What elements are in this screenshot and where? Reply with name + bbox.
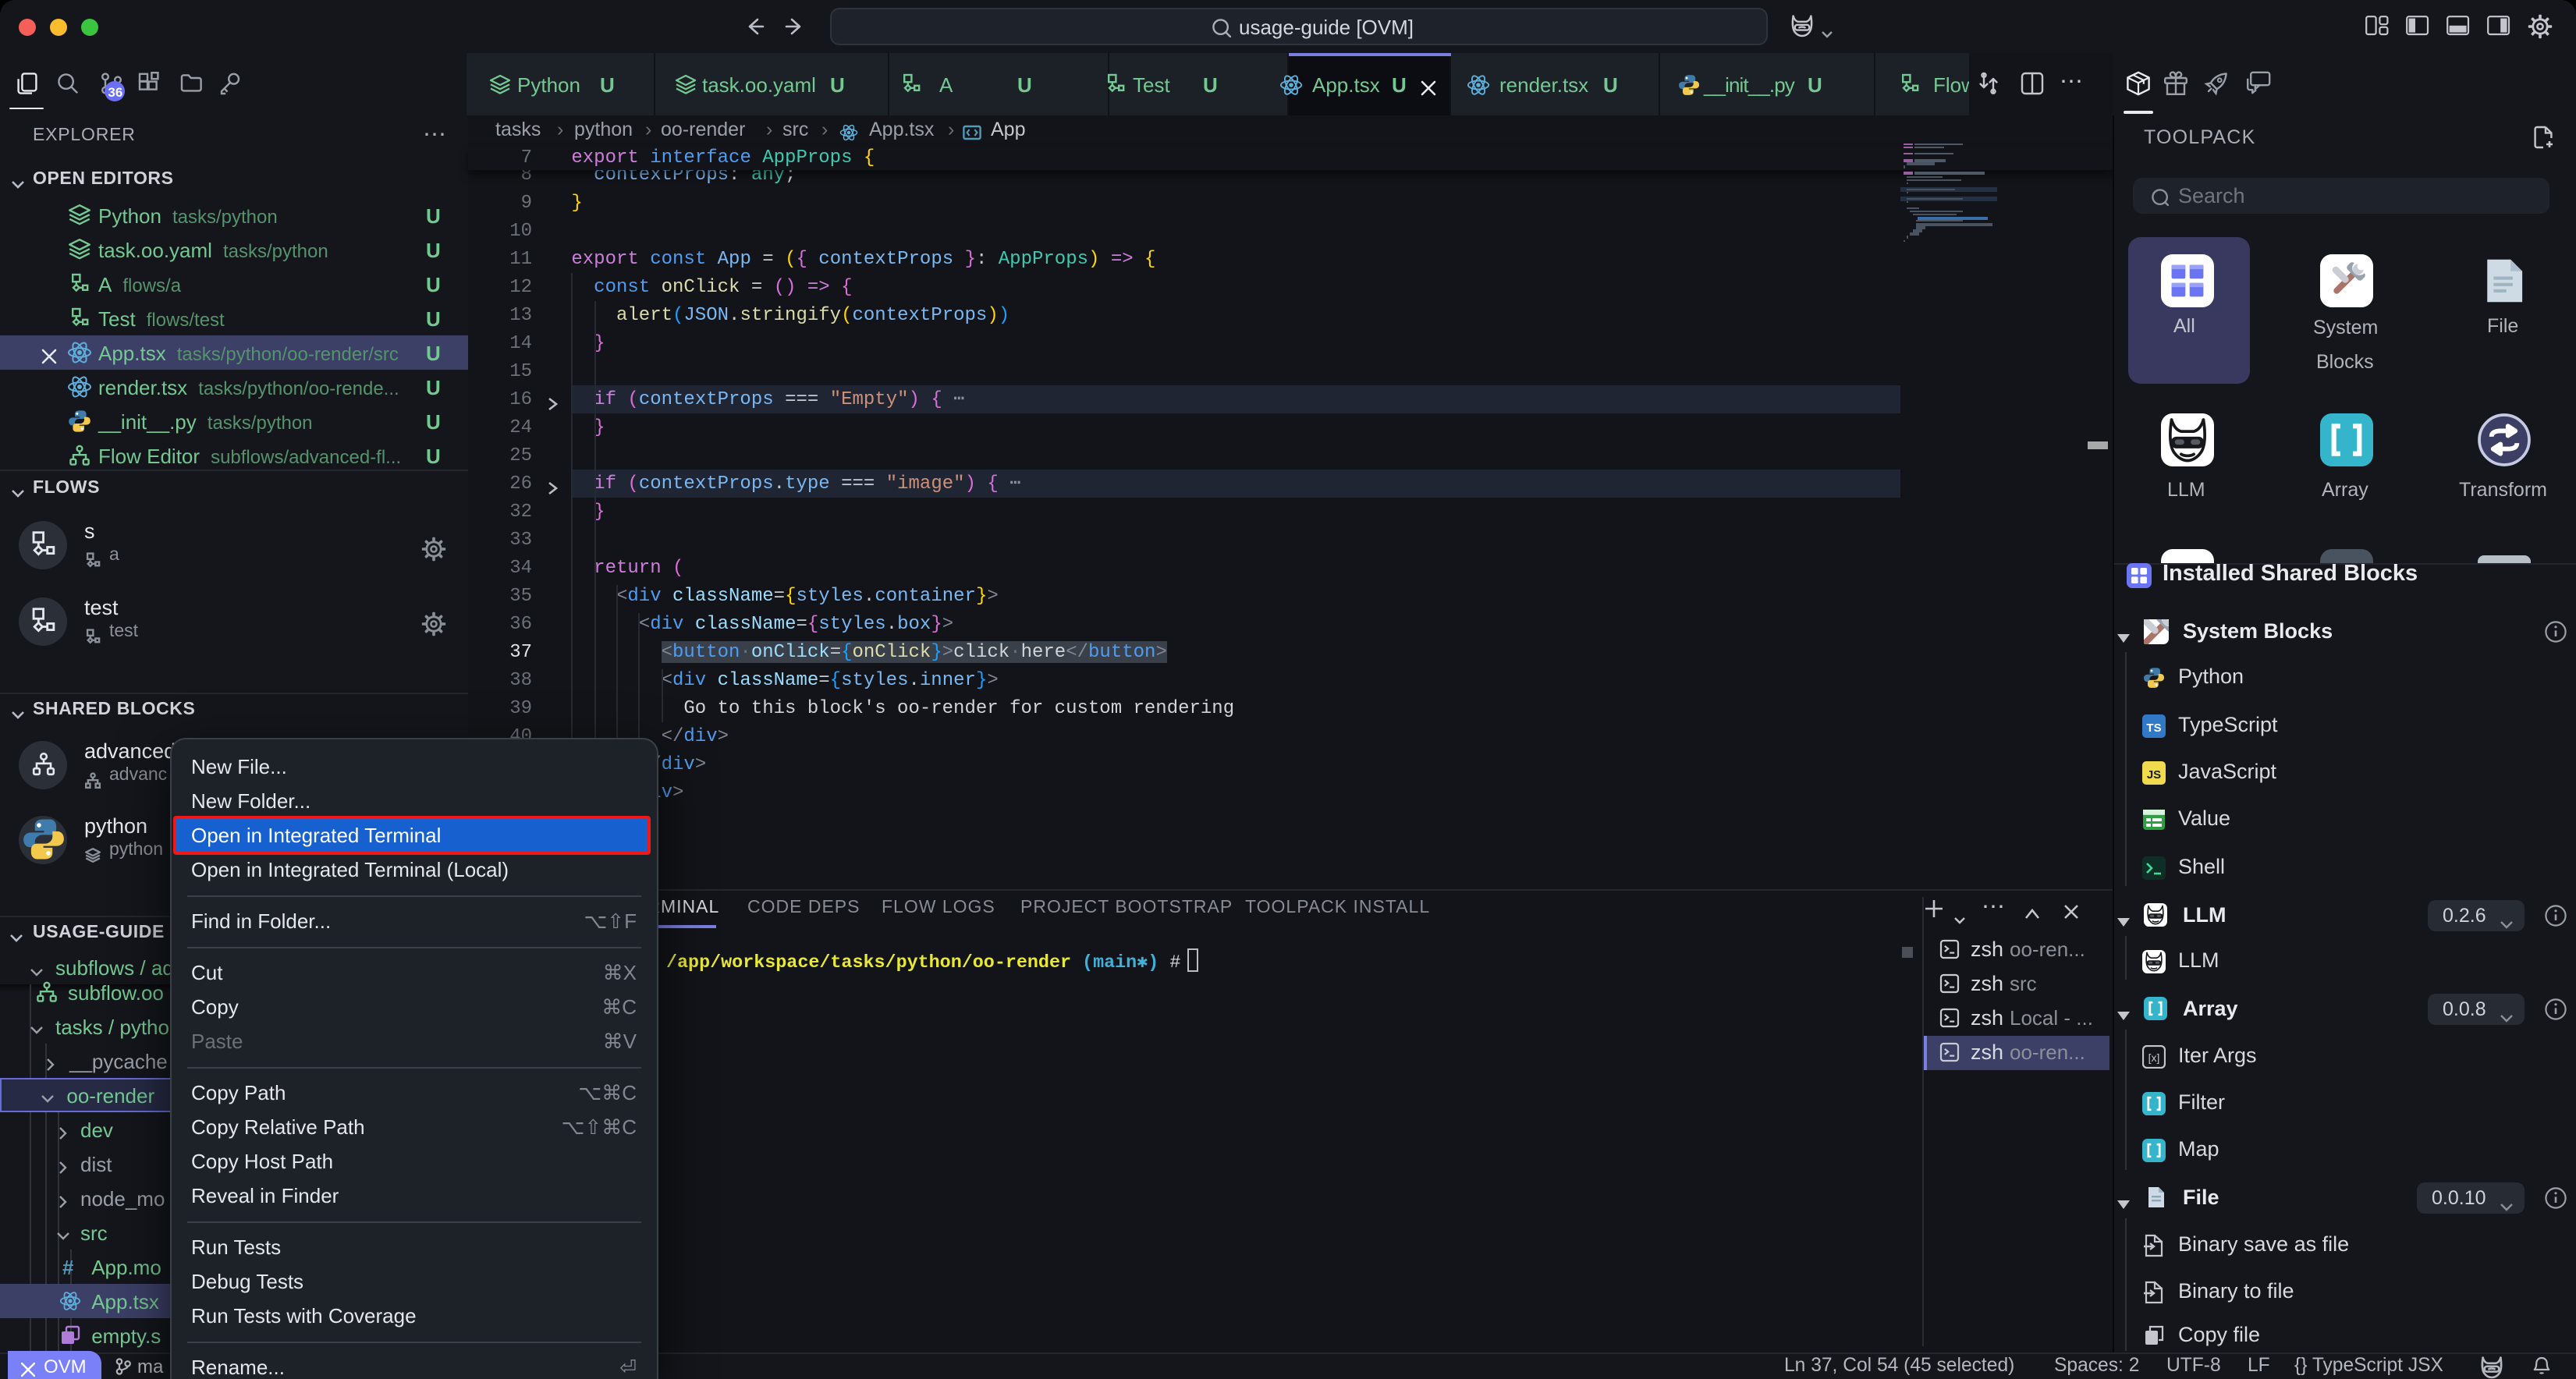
svg-text:JS: JS (2147, 767, 2161, 781)
svg-text:TS: TS (2146, 721, 2161, 734)
svg-text:[x]: [x] (2148, 1051, 2160, 1063)
